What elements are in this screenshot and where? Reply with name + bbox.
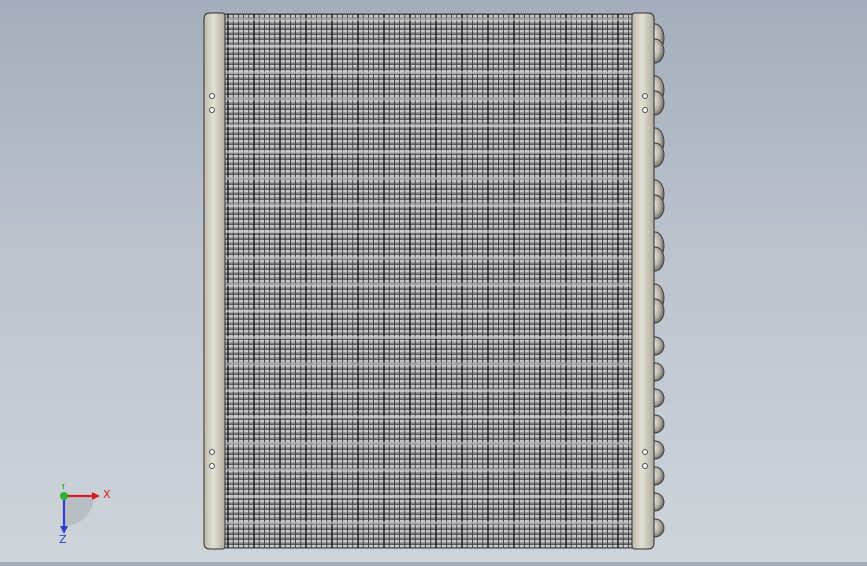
fin-band	[224, 283, 634, 286]
x-arrow-icon	[92, 492, 100, 500]
rivet-icon	[642, 107, 648, 113]
rivet-icon	[642, 463, 648, 469]
fin-band	[224, 362, 634, 366]
fin-band	[224, 336, 634, 339]
right-end-plate	[631, 12, 655, 550]
fin-band	[224, 44, 634, 48]
coil-model[interactable]	[0, 0, 867, 562]
x-axis-label: X	[103, 488, 111, 501]
y-axis-label: Y	[59, 484, 67, 492]
fin-band	[224, 389, 634, 392]
rivet-icon	[209, 107, 215, 113]
rivet-icon	[209, 449, 215, 455]
fin-band	[224, 230, 634, 233]
fin-band	[224, 309, 634, 313]
fin-band	[224, 97, 634, 101]
fin-band	[224, 495, 634, 498]
fin-band	[224, 124, 634, 127]
graphics-viewport[interactable]	[0, 0, 867, 562]
z-axis-label: Z	[59, 533, 67, 546]
fin-band	[224, 521, 634, 525]
rivet-icon	[209, 463, 215, 469]
fin-band	[224, 256, 634, 260]
rivet-icon	[642, 449, 648, 455]
fin-band	[224, 468, 634, 472]
fin-band	[224, 18, 634, 21]
left-end-plate	[203, 12, 226, 550]
triad-quadrant	[64, 496, 94, 526]
fin-band	[224, 442, 634, 445]
fin-band	[224, 203, 634, 207]
fin-band	[224, 71, 634, 74]
fin-band	[224, 415, 634, 419]
coordinate-triad: X Y Z	[50, 479, 120, 546]
rivet-icon	[209, 93, 215, 99]
fin-core	[223, 13, 635, 549]
rivet-icon	[642, 93, 648, 99]
fin-band	[224, 150, 634, 154]
y-axis-icon	[60, 492, 68, 500]
fin-band	[224, 177, 634, 180]
